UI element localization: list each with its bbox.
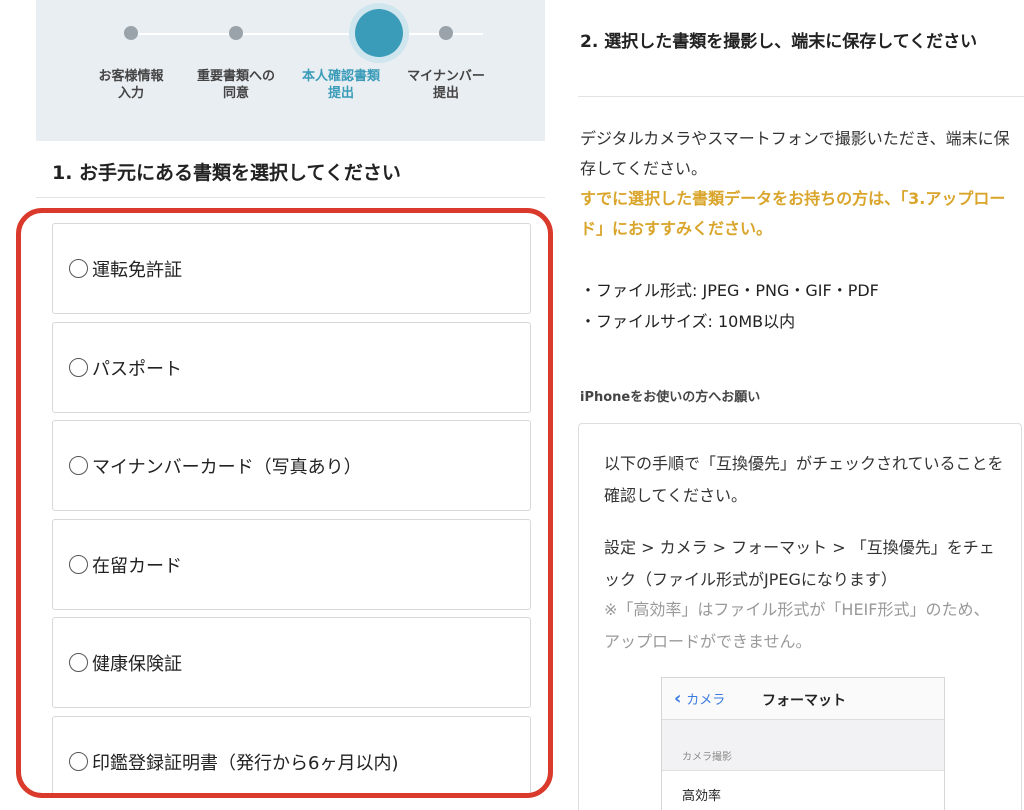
iphone-instruction: 以下の手順で「互換優先」がチェックされていることを確認してください。	[604, 454, 1004, 505]
option-label: マイナンバーカード（写真あり）	[92, 456, 362, 478]
section2-note: すでに選択した書類データをお持ちの方は、「3.アップロード」におすすみください。	[580, 189, 1006, 238]
left-panel: お客様情報 入力 重要書類への 同意 本人確認書類 提出 マイナンバー 提出 1…	[0, 0, 560, 810]
option-mynumber-card[interactable]: マイナンバーカード（写真あり）	[52, 420, 531, 511]
radio-icon[interactable]	[69, 259, 88, 278]
radio-icon[interactable]	[69, 555, 88, 574]
option-label: パスポート	[92, 358, 182, 380]
mock-section-label: カメラ撮影	[682, 752, 732, 763]
iphone-steps: 設定 > カメラ > フォーマット > 「互換優先」をチェック（ファイル形式がJ…	[604, 538, 995, 589]
step-dot-4	[439, 26, 453, 40]
iphone-notice-box: 以下の手順で「互換優先」がチェックされていることを確認してください。 設定 > …	[578, 423, 1022, 810]
mock-row: 高効率	[662, 770, 944, 810]
step-label-3: 本人確認書類 提出	[301, 69, 380, 101]
option-label: 運転免許証	[92, 259, 182, 281]
mock-nav-bar: ‹ カメラ フォーマット	[662, 678, 944, 720]
option-label: 印鑑登録証明書（発行から6ヶ月以内)	[92, 752, 399, 774]
iphone-warning: ※「高効率」はファイル形式が「HEIF形式」のため、アップロードができません。	[604, 600, 990, 651]
step-label-1: お客様情報 入力	[98, 69, 164, 101]
option-drivers-license[interactable]: 運転免許証	[52, 223, 531, 314]
mock-title: フォーマット	[762, 693, 846, 709]
radio-icon[interactable]	[69, 456, 88, 475]
iphone-settings-screenshot: ‹ カメラ フォーマット カメラ撮影 高効率	[661, 677, 945, 810]
section1-title: 1. お手元にある書類を選択してください	[52, 162, 401, 184]
chevron-left-icon: ‹	[674, 688, 682, 709]
divider	[36, 197, 545, 198]
mock-row-label: 高効率	[682, 789, 722, 804]
mock-back-label: カメラ	[686, 693, 726, 708]
step-dot-1	[124, 26, 138, 40]
right-panel: 2. 選択した書類を撮影し、端末に保存してください デジタルカメラやスマートフォ…	[560, 0, 1024, 810]
divider	[578, 96, 1024, 97]
radio-icon[interactable]	[69, 752, 88, 771]
option-label: 健康保険証	[92, 653, 182, 675]
stepper-track	[131, 33, 483, 35]
progress-stepper: お客様情報 入力 重要書類への 同意 本人確認書類 提出 マイナンバー 提出	[36, 0, 545, 141]
option-passport[interactable]: パスポート	[52, 322, 531, 413]
radio-icon[interactable]	[69, 653, 88, 672]
highlight-frame: 運転免許証 パスポート マイナンバーカード（写真あり） 在留カード 健康保険証 …	[16, 208, 553, 798]
section2-title: 2. 選択した書類を撮影し、端末に保存してください	[580, 32, 978, 52]
section2-description: デジタルカメラやスマートフォンで撮影いただき、端末に保存してください。	[580, 129, 1010, 178]
option-seal-certificate[interactable]: 印鑑登録証明書（発行から6ヶ月以内)	[52, 716, 531, 793]
mock-back-link: ‹ カメラ	[674, 688, 725, 709]
option-label: 在留カード	[92, 555, 182, 577]
spec-file-size: ・ファイルサイズ: 10MB以内	[580, 312, 796, 331]
option-residence-card[interactable]: 在留カード	[52, 519, 531, 610]
step-dot-active	[355, 9, 403, 57]
option-health-insurance[interactable]: 健康保険証	[52, 617, 531, 708]
spec-file-format: ・ファイル形式: JPEG・PNG・GIF・PDF	[580, 281, 879, 300]
step-dot-2	[229, 26, 243, 40]
step-label-2: 重要書類への 同意	[196, 69, 275, 101]
step-label-4: マイナンバー 提出	[407, 69, 485, 101]
iphone-notice-heading: iPhoneをお使いの方へお願い	[580, 390, 761, 405]
radio-icon[interactable]	[69, 358, 88, 377]
